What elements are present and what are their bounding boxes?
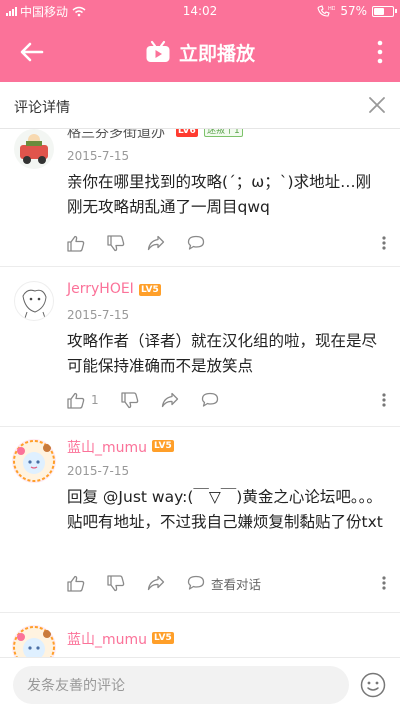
svg-text:HD: HD [328,6,335,12]
comment-more-icon[interactable] [382,393,386,407]
wifi-icon [72,6,86,16]
carrier-label: 中国移动 [20,4,69,19]
comment-input-bar: 发条友善的评论 [0,657,400,711]
emoji-icon[interactable] [360,672,386,698]
level-badge: LV5 [152,440,174,452]
battery-icon [372,5,397,17]
thumb-up-icon [67,575,85,592]
share-button[interactable] [161,392,179,408]
signal-icon [6,6,17,16]
comment-text: 回复 @Just way:(￣▽￣)黄金之心论坛吧。。。贴吧有地址，不过我自己嫌… [67,488,383,531]
battery-percent: 57% [340,4,367,18]
sub-header-title: 评论详情 [14,100,70,116]
comment-text: 攻略作者（译者）就在汉化组的啦，现在是尽可能保持准确而不是放笑点 [67,332,378,375]
like-count: 1 [91,393,99,407]
comment-more-icon[interactable] [382,576,386,590]
fan-medal-badge: 迷叛丨1 [204,129,243,137]
comment-item: JerryHOEI LV5 2015-7-15 攻略作者（译者）就在汉化组的啦，… [0,267,400,427]
more-vertical-icon[interactable] [376,40,384,64]
hd-call-icon: HD [317,5,335,17]
comment-more-icon[interactable] [382,236,386,250]
tv-logo-icon [146,40,170,62]
thumb-down-icon [120,391,138,408]
comment-text: 亲你在哪里找到的攻略(´；ω；`)求地址…刚刚无攻略胡乱通了一周目qwq [67,173,372,216]
avatar[interactable] [12,625,56,657]
share-button[interactable] [147,235,165,251]
avatar[interactable] [12,439,56,483]
app-bar: 立即播放 [0,22,400,82]
comment-actions [67,232,386,254]
username[interactable]: JerryHOEI [67,281,134,297]
thumb-down-icon [107,574,125,591]
close-icon[interactable] [368,96,386,114]
level-badge: LV5 [152,632,174,644]
thumb-up-icon [67,235,85,252]
like-button[interactable] [67,235,85,252]
reply-icon [187,235,205,250]
share-icon [147,575,165,591]
thumb-up-icon [67,392,85,409]
comment-actions: 查看对话 [67,572,386,594]
share-button[interactable] [147,575,165,591]
avatar[interactable] [14,129,54,169]
reply-button[interactable] [201,392,219,408]
dislike-button[interactable] [107,574,125,592]
like-button[interactable] [67,575,85,592]
comment-date: 2015-7-15 [67,149,130,163]
username[interactable]: 蓝山_mumu [67,437,147,457]
avatar[interactable] [14,281,54,321]
comment-item: 格兰芬多街道办 LV6 迷叛丨1 2015-7-15 亲你在哪里找到的攻略(´；… [0,129,400,267]
reply-button[interactable]: 查看对话 [187,574,261,593]
sub-header: 评论详情 [0,82,400,129]
app-bar-title: 立即播放 [178,42,255,65]
level-badge: LV5 [139,284,161,296]
reply-button[interactable] [187,235,205,251]
reply-icon [187,575,205,590]
status-bar: 中国移动 14:02 HD 57% [0,0,400,22]
comment-date: 2015-7-15 [67,308,130,322]
thumb-down-icon [107,234,125,251]
username[interactable]: 格兰芬多街道办 [67,129,165,142]
reply-icon [201,392,218,407]
share-icon [147,235,165,251]
comment-list[interactable]: 格兰芬多街道办 LV6 迷叛丨1 2015-7-15 亲你在哪里找到的攻略(´；… [0,129,400,657]
comment-actions: 1 [67,389,386,411]
comment-detail-screen: { "status_bar": { "carrier": "中国移动", "ti… [0,0,400,711]
battery-fill [374,7,384,15]
like-button[interactable]: 1 [67,392,99,409]
dislike-button[interactable] [107,234,125,252]
play-now-action[interactable]: 立即播放 [0,22,400,82]
dislike-button[interactable] [120,391,139,409]
comment-item: 蓝山_mumu LV5 [0,613,400,657]
share-icon [161,392,178,408]
comment-date: 2015-7-15 [67,464,130,478]
comment-item: 蓝山_mumu LV5 2015-7-15 回复 @Just way:(￣▽￣)… [0,427,400,613]
view-conversation-link[interactable]: 查看对话 [211,574,261,593]
comment-input[interactable]: 发条友善的评论 [13,666,349,704]
level-badge: LV6 [176,129,198,137]
username[interactable]: 蓝山_mumu [67,629,147,649]
